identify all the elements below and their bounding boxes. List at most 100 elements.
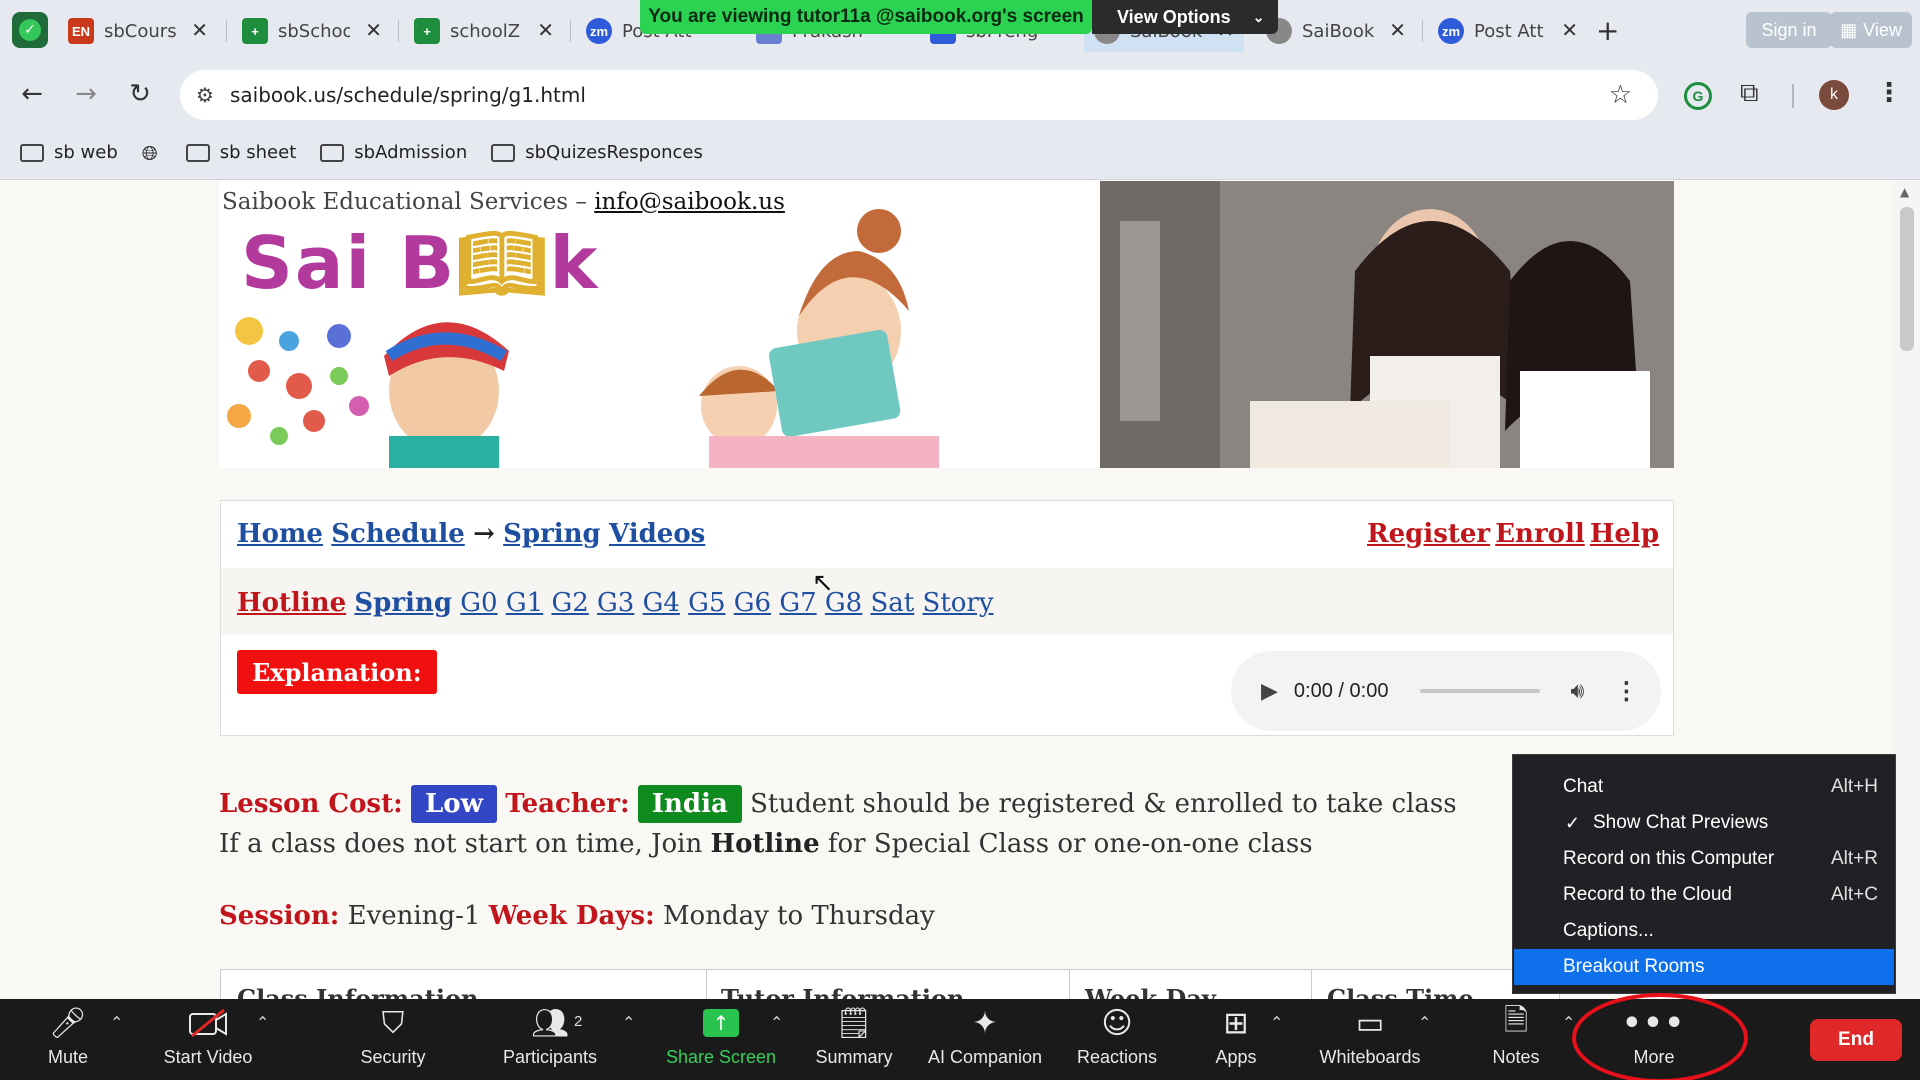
new-tab-button[interactable]: +: [1596, 14, 1619, 47]
menu-item-record-computer[interactable]: Record on this Computer Alt+R: [1514, 841, 1894, 877]
tab-schoolz[interactable]: + schoolZ ✕: [404, 10, 564, 52]
bookmark-label: sbQuizesResponces: [525, 142, 703, 163]
sign-in-button[interactable]: Sign in: [1746, 12, 1832, 48]
grade-link-g0[interactable]: G0: [460, 588, 497, 618]
menu-item-show-chat-previews[interactable]: ✓ Show Chat Previews: [1514, 805, 1894, 841]
bookmark-star-icon[interactable]: ☆: [1609, 80, 1632, 110]
sign-in-label: Sign in: [1761, 19, 1817, 40]
end-meeting-button[interactable]: End: [1810, 1019, 1902, 1061]
close-tab-icon[interactable]: ✕: [537, 18, 554, 42]
help-link[interactable]: Help: [1590, 519, 1659, 549]
close-tab-icon[interactable]: ✕: [1561, 18, 1578, 42]
ai-companion-button[interactable]: ✦ AI Companion: [920, 999, 1050, 1080]
address-bar[interactable]: ⚙ saibook.us/schedule/spring/g1.html ☆: [180, 70, 1658, 120]
security-button[interactable]: ⛉ Security: [348, 999, 438, 1080]
breadcrumb-arrow: →: [473, 519, 495, 549]
mute-button[interactable]: 🎤︎ Mute: [28, 999, 108, 1080]
grade-link-g6[interactable]: G6: [734, 588, 771, 618]
start-video-button[interactable]: Start Video: [150, 999, 266, 1080]
extensions-icon[interactable]: ⧉: [1740, 78, 1759, 109]
tab-sbcourses[interactable]: EN sbCours ✕: [58, 10, 218, 52]
menu-item-captions[interactable]: Captions...: [1514, 913, 1894, 949]
navigation-box: Home Schedule → Spring Videos Register E…: [220, 500, 1674, 736]
nav-link-home[interactable]: Home: [237, 519, 323, 549]
summary-button[interactable]: 🗒︎ Summary: [808, 999, 900, 1080]
menu-item-chat[interactable]: Chat Alt+H: [1514, 769, 1894, 805]
grade-link-g2[interactable]: G2: [551, 588, 588, 618]
tab-sbschool[interactable]: + sbSchoo ✕: [232, 10, 392, 52]
grade-link-sat[interactable]: Sat: [870, 588, 914, 618]
bookmark-label: sb web: [54, 142, 118, 163]
back-icon[interactable]: ←: [14, 76, 50, 112]
view-button[interactable]: ▦ View: [1830, 12, 1912, 48]
forward-icon[interactable]: →: [68, 76, 104, 112]
audio-options-icon[interactable]: ⋮: [1614, 677, 1638, 706]
share-options-caret-icon[interactable]: ⌃: [770, 1013, 783, 1032]
browser-shield-icon[interactable]: ✓: [12, 12, 48, 48]
tab-post-attendance-2[interactable]: zm Post Att ✕: [1428, 10, 1588, 52]
menu-item-label: Chat: [1563, 776, 1604, 797]
shield-icon: ⛉: [381, 1005, 405, 1041]
spring-link[interactable]: Spring: [354, 588, 452, 618]
volume-icon[interactable]: 🔊︎: [1570, 678, 1584, 704]
grade-link-story[interactable]: Story: [923, 588, 994, 618]
more-button-highlight-annotation: [1572, 993, 1748, 1080]
account-links: Register Enroll Help: [1367, 519, 1659, 549]
apps-button[interactable]: ⊞ Apps: [1198, 999, 1274, 1080]
enroll-link[interactable]: Enroll: [1495, 519, 1585, 549]
browser-menu-icon[interactable]: ⋮: [1876, 78, 1902, 108]
view-options-button[interactable]: View Options ⌄: [1092, 0, 1278, 34]
menu-item-breakout-rooms[interactable]: Breakout Rooms: [1514, 949, 1894, 985]
bookmark-globe[interactable]: 🌐︎: [142, 141, 162, 165]
breadcrumb: Home Schedule → Spring Videos: [237, 519, 705, 549]
notes-button[interactable]: 🗎︎ Notes: [1478, 999, 1554, 1080]
participants-button[interactable]: 👥︎ Participants: [494, 999, 606, 1080]
url-text[interactable]: saibook.us/schedule/spring/g1.html: [230, 83, 586, 107]
menu-item-record-cloud[interactable]: Record to the Cloud Alt+C: [1514, 877, 1894, 913]
nav-row-main: Home Schedule → Spring Videos Register E…: [221, 501, 1673, 568]
tab-label: SaiBook: [1302, 20, 1374, 42]
nav-link-spring[interactable]: Spring: [503, 519, 601, 549]
bookmark-sbadmission[interactable]: sbAdmission: [320, 142, 467, 163]
register-link[interactable]: Register: [1367, 519, 1490, 549]
bookmark-sbquizesresponces[interactable]: sbQuizesResponces: [491, 142, 703, 163]
audio-time: 0:00 / 0:00: [1293, 679, 1389, 702]
bookmark-sb-sheet[interactable]: sb sheet: [185, 142, 296, 163]
audio-progress-slider[interactable]: [1420, 689, 1541, 693]
apps-caret-icon[interactable]: ⌃: [1270, 1013, 1283, 1032]
video-options-caret-icon[interactable]: ⌃: [256, 1013, 269, 1032]
share-banner-text: You are viewing tutor11a @saibook.org's …: [648, 6, 1084, 27]
nav-link-videos[interactable]: Videos: [609, 519, 705, 549]
reactions-button[interactable]: ☺ Reactions: [1070, 999, 1164, 1080]
scrollbar-thumb[interactable]: [1900, 207, 1914, 351]
grade-link-g4[interactable]: G4: [643, 588, 680, 618]
page-scrollbar[interactable]: ▲: [1894, 181, 1920, 999]
close-tab-icon[interactable]: ✕: [1389, 18, 1406, 42]
participants-caret-icon[interactable]: ⌃: [622, 1013, 635, 1032]
grade-link-g1[interactable]: G1: [506, 588, 543, 618]
hotline-link[interactable]: Hotline: [237, 588, 346, 618]
bookmark-sb-web[interactable]: sb web: [20, 142, 118, 163]
audio-options-caret-icon[interactable]: ⌃: [110, 1013, 123, 1032]
site-settings-icon[interactable]: ⚙: [180, 83, 230, 107]
microphone-icon: 🎤︎: [48, 1005, 88, 1041]
close-tab-icon[interactable]: ✕: [365, 18, 382, 42]
close-tab-icon[interactable]: ✕: [191, 18, 208, 42]
share-screen-button[interactable]: ↑ Share Screen: [662, 999, 780, 1080]
view-options-label: View Options: [1117, 6, 1231, 27]
tab-saibook[interactable]: SaiBook ✕: [1256, 10, 1416, 52]
whiteboards-button[interactable]: ▭ Whiteboards: [1310, 999, 1430, 1080]
reload-icon[interactable]: ↻: [122, 76, 158, 112]
whiteboard-icon: ▭: [1355, 1005, 1385, 1041]
zoom-favicon-icon: zm: [586, 18, 612, 44]
profile-avatar[interactable]: k: [1819, 80, 1849, 110]
whiteboards-caret-icon[interactable]: ⌃: [1418, 1013, 1431, 1032]
play-icon[interactable]: ▶: [1261, 678, 1278, 704]
grade-link-g5[interactable]: G5: [688, 588, 725, 618]
nav-link-schedule[interactable]: Schedule: [331, 519, 465, 549]
mute-label: Mute: [47, 1047, 89, 1067]
grammarly-icon[interactable]: G: [1684, 82, 1712, 110]
audio-player[interactable]: ▶ 0:00 / 0:00 🔊︎ ⋮: [1231, 651, 1661, 731]
grade-link-g3[interactable]: G3: [597, 588, 634, 618]
scroll-up-icon[interactable]: ▲: [1900, 185, 1909, 199]
